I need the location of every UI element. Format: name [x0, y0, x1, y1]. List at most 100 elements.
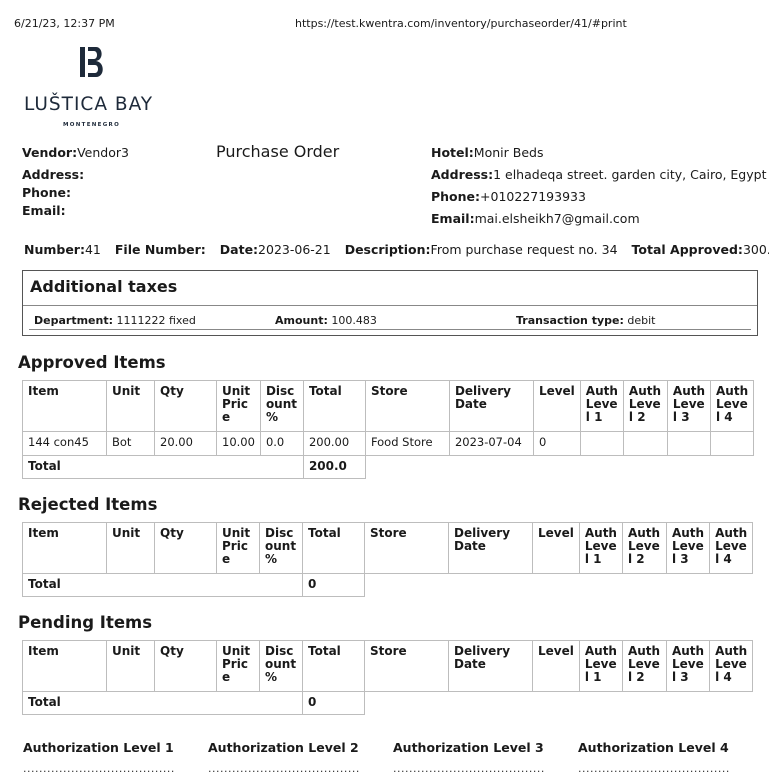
col-item: Item: [22, 640, 107, 692]
vendor-email-line: Email:: [22, 203, 66, 218]
total-value: 200.0: [302, 455, 366, 479]
total-label: Total: [22, 455, 304, 479]
hotel-email-value: mai.elsheikh7@gmail.com: [474, 211, 640, 226]
cell-store: Food Store: [364, 431, 450, 456]
hotel-value: Monir Beds: [473, 145, 544, 160]
col-item: Item: [22, 522, 107, 574]
tax-amount: Amount: 100.483: [275, 314, 377, 327]
total-label: Total: [22, 691, 303, 715]
col-auth-level-3: Auth Leve l 3: [666, 380, 712, 432]
pending-items-title: Pending Items: [18, 613, 153, 632]
hotel-address-line: Address:1 elhadeqa street. garden city, …: [431, 167, 766, 182]
vendor-value: Vendor3: [77, 145, 129, 160]
auth-level-1-label: Authorization Level 1: [23, 740, 174, 755]
table-header-row: Item Unit Qty Unit Pric e Disc ount% Total …: [22, 380, 755, 432]
meta-total-label: Total Approved:: [631, 242, 743, 257]
col-discount: Disc ount%: [259, 522, 303, 574]
auth-level-1-signature-line: ......................................: [23, 762, 175, 775]
cell-level: 0: [532, 431, 581, 456]
rejected-items-table: Item Unit Qty Unit Pric e Disc ount% Total …: [22, 522, 754, 597]
vendor-address-line: Address:: [22, 167, 84, 182]
cell-auth-level-3: [666, 431, 712, 456]
tax-transaction-value: debit: [627, 314, 656, 327]
col-auth-level-1: Auth Leve l 1: [578, 522, 623, 574]
hotel-address-label: Address:: [431, 167, 494, 182]
hotel-email-label: Email:: [431, 211, 475, 226]
auth-level-4-signature-line: ......................................: [578, 762, 730, 775]
table-total-row: Total 0: [22, 573, 753, 597]
divider: [23, 305, 757, 306]
logo-subtitle: MONTENEGRO: [63, 122, 121, 128]
col-auth-level-3: Auth Leve l 3: [665, 522, 711, 574]
tax-amount-label: Amount:: [275, 314, 328, 327]
col-unit: Unit: [106, 522, 155, 574]
meta-number-value: 41: [84, 242, 101, 257]
col-total: Total: [302, 380, 366, 432]
table-total-row: Total 200.0: [22, 455, 754, 479]
col-auth-level-2: Auth Leve l 2: [622, 380, 668, 432]
tax-transaction-type: Transaction type: debit: [516, 314, 655, 327]
meta-description-label: Description:: [344, 242, 431, 257]
auth-level-3-label: Authorization Level 3: [393, 740, 544, 755]
hotel-email-line: Email:mai.elsheikh7@gmail.com: [431, 211, 640, 226]
col-total: Total: [302, 640, 365, 692]
cell-item: 144 con45: [22, 431, 107, 456]
auth-level-2-signature-line: ......................................: [208, 762, 360, 775]
table-total-row: Total 0: [22, 691, 753, 715]
meta-description-value: From purchase request no. 34: [430, 242, 618, 257]
hotel-phone-line: Phone:+010227193933: [431, 189, 586, 204]
order-meta: Number:41 File Number: Date:2023-06-21 D…: [24, 242, 769, 257]
col-auth-level-2: Auth Leve l 2: [621, 640, 667, 692]
auth-level-3-signature-line: ......................................: [393, 762, 545, 775]
vendor-label: Vendor:: [22, 145, 78, 160]
hotel-address-value: 1 elhadeqa street. garden city, Cairo, E…: [493, 167, 767, 182]
cell-auth-level-2: [622, 431, 668, 456]
cell-auth-level-1: [579, 431, 624, 456]
logo-name: LUŠTICA BAY: [24, 94, 154, 115]
col-auth-level-4: Auth Leve l 4: [710, 380, 755, 432]
cell-discount: 0.0: [259, 431, 304, 456]
vendor-address-label: Address:: [22, 167, 85, 182]
vendor-phone-label: Phone:: [22, 185, 72, 200]
tax-department: Department: 1111222 fixed: [34, 314, 196, 327]
hotel-phone-value: +010227193933: [480, 189, 586, 204]
meta-date-label: Date:: [219, 242, 259, 257]
col-auth-level-1: Auth Leve l 1: [579, 380, 624, 432]
col-unit-price: Unit Pric e: [216, 522, 260, 574]
col-item: Item: [22, 380, 107, 432]
cell-total: 200.00: [302, 431, 366, 456]
meta-file-label: File Number:: [114, 242, 206, 257]
cell-auth-level-4: [710, 431, 755, 456]
meta-description: Description:From purchase request no. 34: [345, 242, 618, 257]
col-unit: Unit: [106, 640, 155, 692]
auth-level-2-label: Authorization Level 2: [208, 740, 359, 755]
meta-total-value: 300.483: [742, 242, 769, 257]
meta-date: Date:2023-06-21: [220, 242, 331, 257]
col-store: Store: [364, 640, 449, 692]
col-store: Store: [364, 522, 449, 574]
meta-file-number: File Number:: [115, 242, 206, 257]
auth-level-4-label: Authorization Level 4: [578, 740, 729, 755]
cell-unit-price: 10.00: [216, 431, 261, 456]
col-auth-level-1: Auth Leve l 1: [578, 640, 623, 692]
col-unit: Unit: [106, 380, 155, 432]
col-discount: Disc ount%: [259, 640, 303, 692]
col-level: Level: [532, 522, 580, 574]
tax-department-label: Department:: [34, 314, 113, 327]
col-delivery-date: Delivery Date: [448, 640, 533, 692]
cell-qty: 20.00: [154, 431, 217, 456]
col-auth-level-4: Auth Leve l 4: [709, 640, 754, 692]
col-level: Level: [532, 640, 580, 692]
tax-transaction-label: Transaction type:: [516, 314, 624, 327]
col-store: Store: [364, 380, 450, 432]
hotel-label: Hotel:: [431, 145, 474, 160]
col-qty: Qty: [154, 522, 217, 574]
col-unit-price: Unit Pric e: [216, 640, 260, 692]
approved-items-table: Item Unit Qty Unit Pric e Disc ount% Total …: [22, 380, 755, 479]
col-auth-level-3: Auth Leve l 3: [665, 640, 711, 692]
vendor-email-label: Email:: [22, 203, 66, 218]
pending-items-table: Item Unit Qty Unit Pric e Disc ount% Total …: [22, 640, 754, 715]
tax-amount-value: 100.483: [331, 314, 377, 327]
additional-taxes-box: Additional taxes Department: 1111222 fix…: [22, 270, 758, 336]
table-row: 144 con45 Bot 20.00 10.00 0.0 200.00 Foo…: [22, 431, 755, 456]
